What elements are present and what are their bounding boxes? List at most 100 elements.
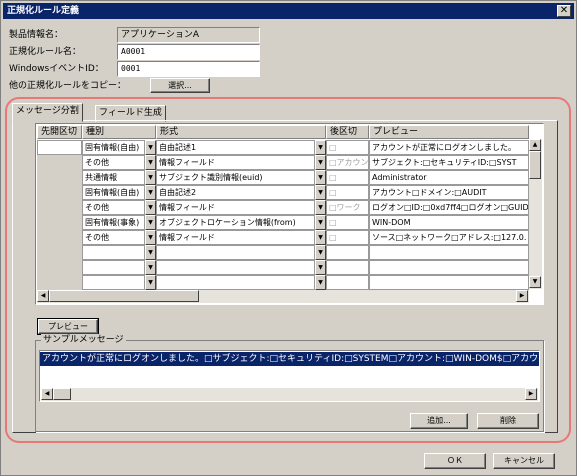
kind-select[interactable] bbox=[82, 260, 145, 275]
scroll-right-icon[interactable]: ▶ bbox=[516, 290, 528, 302]
sample-message-box[interactable]: アカウントが正常にログオンしました。□サブジェクト:□セキュリティID:□SYS… bbox=[39, 350, 540, 402]
preview-cell[interactable]: アカウントが正常にログオンしました。 bbox=[369, 140, 529, 155]
chevron-down-icon[interactable]: ▼ bbox=[145, 215, 156, 230]
ok-button[interactable]: ＯＫ bbox=[424, 453, 486, 469]
kind-select[interactable]: その他 bbox=[82, 200, 145, 215]
preview-cell[interactable]: ログオン□ID:□0xd7ff4□ログオン□GUID: bbox=[369, 200, 529, 215]
chevron-down-icon[interactable]: ▼ bbox=[145, 230, 156, 245]
prefix-cell[interactable] bbox=[37, 200, 82, 215]
suffix-cell[interactable]: □アカウン bbox=[326, 155, 369, 170]
suffix-cell[interactable]: □ bbox=[326, 140, 369, 155]
window-title: 正規化ルール定義 bbox=[7, 6, 80, 16]
prefix-cell[interactable] bbox=[37, 215, 82, 230]
sample-scroll-right-icon[interactable]: ▶ bbox=[525, 388, 537, 400]
sample-message-text: アカウントが正常にログオンしました。□サブジェクト:□セキュリティID:□SYS… bbox=[40, 352, 539, 366]
preview-cell[interactable]: サブジェクト:□セキュリティID:□SYST bbox=[369, 155, 529, 170]
cancel-button[interactable]: キャンセル bbox=[493, 453, 555, 469]
close-icon[interactable]: ✕ bbox=[557, 5, 571, 17]
suffix-cell[interactable] bbox=[326, 275, 369, 290]
preview-cell[interactable] bbox=[369, 275, 529, 290]
col-header-prefix: 先開区切 bbox=[37, 125, 82, 139]
format-select[interactable] bbox=[156, 275, 315, 290]
suffix-cell[interactable]: □ワーク bbox=[326, 200, 369, 215]
preview-cell[interactable] bbox=[369, 260, 529, 275]
grid-horizontal-scrollbar[interactable]: ◀ ▶ bbox=[37, 290, 529, 303]
suffix-cell[interactable]: □ bbox=[326, 185, 369, 200]
scroll-left-icon[interactable]: ◀ bbox=[37, 290, 49, 302]
vscroll-thumb[interactable] bbox=[529, 151, 541, 179]
kind-select[interactable]: 共通情報 bbox=[82, 170, 145, 185]
chevron-down-icon[interactable]: ▼ bbox=[145, 245, 156, 260]
format-select[interactable] bbox=[156, 260, 315, 275]
prefix-cell[interactable] bbox=[37, 275, 82, 290]
prefix-cell[interactable] bbox=[37, 245, 82, 260]
chevron-down-icon[interactable]: ▼ bbox=[315, 200, 326, 215]
format-select[interactable]: 自由記述2 bbox=[156, 185, 315, 200]
kind-select[interactable] bbox=[82, 245, 145, 260]
hscroll-thumb[interactable] bbox=[49, 290, 199, 302]
delete-button[interactable]: 削除 bbox=[477, 413, 539, 429]
scroll-up-icon[interactable]: ▲ bbox=[529, 139, 541, 151]
format-select[interactable]: サブジェクト識別情報(euid) bbox=[156, 170, 315, 185]
chevron-down-icon[interactable]: ▼ bbox=[145, 170, 156, 185]
suffix-cell[interactable]: □ bbox=[326, 215, 369, 230]
scroll-down-icon[interactable]: ▼ bbox=[529, 276, 541, 288]
prefix-cell[interactable] bbox=[37, 140, 82, 155]
chevron-down-icon[interactable]: ▼ bbox=[315, 185, 326, 200]
format-select[interactable]: 情報フィールド bbox=[156, 155, 315, 170]
kind-select[interactable]: その他 bbox=[82, 155, 145, 170]
format-select[interactable]: 情報フィールド bbox=[156, 200, 315, 215]
chevron-down-icon[interactable]: ▼ bbox=[145, 155, 156, 170]
chevron-down-icon[interactable]: ▼ bbox=[315, 230, 326, 245]
preview-button[interactable]: プレビュー bbox=[37, 318, 99, 335]
chevron-down-icon[interactable]: ▼ bbox=[315, 170, 326, 185]
suffix-cell[interactable]: □ bbox=[326, 230, 369, 245]
chevron-down-icon[interactable]: ▼ bbox=[145, 200, 156, 215]
select-button[interactable]: 選択... bbox=[150, 78, 210, 93]
tab-message-split[interactable]: メッセージ分割 bbox=[12, 103, 83, 122]
suffix-cell[interactable] bbox=[326, 260, 369, 275]
preview-cell[interactable]: ソース□ネットワーク□アドレス:□127.0. bbox=[369, 230, 529, 245]
rule-name-label: 正規化ルール名： bbox=[9, 47, 82, 57]
suffix-cell[interactable] bbox=[326, 245, 369, 260]
format-select[interactable]: オブジェクトロケーション情報(from) bbox=[156, 215, 315, 230]
col-header-suffix: 後区切 bbox=[326, 125, 369, 139]
sample-hscroll-thumb[interactable] bbox=[53, 388, 71, 400]
prefix-cell[interactable] bbox=[37, 230, 82, 245]
rule-definition-dialog: 正規化ルール定義 ✕ 製品情報名： アプリケーションA 正規化ルール名： A00… bbox=[0, 0, 577, 476]
chevron-down-icon[interactable]: ▼ bbox=[315, 215, 326, 230]
format-select[interactable] bbox=[156, 245, 315, 260]
rule-name-input[interactable]: A0001 bbox=[117, 44, 260, 60]
kind-select[interactable]: 固有情報(自由) bbox=[82, 185, 145, 200]
kind-select[interactable] bbox=[82, 275, 145, 290]
prefix-cell[interactable] bbox=[37, 170, 82, 185]
preview-cell[interactable]: アカウント□ドメイン:□AUDIT bbox=[369, 185, 529, 200]
kind-select[interactable]: その他 bbox=[82, 230, 145, 245]
chevron-down-icon[interactable]: ▼ bbox=[145, 260, 156, 275]
format-select[interactable]: 情報フィールド bbox=[156, 230, 315, 245]
add-button[interactable]: 追加... bbox=[410, 413, 468, 429]
grid-vertical-scrollbar[interactable]: ▲ ▼ bbox=[529, 139, 542, 289]
prefix-cell[interactable] bbox=[37, 155, 82, 170]
title-bar: 正規化ルール定義 ✕ bbox=[3, 3, 574, 19]
preview-cell[interactable] bbox=[369, 245, 529, 260]
preview-cell[interactable]: WIN-DOM bbox=[369, 215, 529, 230]
kind-select[interactable]: 固有情報(自由) bbox=[82, 140, 145, 155]
kind-select[interactable]: 固有情報(事象) bbox=[82, 215, 145, 230]
preview-cell[interactable]: Administrator bbox=[369, 170, 529, 185]
event-id-input[interactable]: 0001 bbox=[117, 61, 260, 77]
suffix-cell[interactable]: □ bbox=[326, 170, 369, 185]
format-select[interactable]: 自由記述1 bbox=[156, 140, 315, 155]
prefix-cell[interactable] bbox=[37, 260, 82, 275]
sample-scroll-left-icon[interactable]: ◀ bbox=[41, 388, 53, 400]
sample-horizontal-scrollbar[interactable]: ◀ ▶ bbox=[41, 388, 538, 401]
chevron-down-icon[interactable]: ▼ bbox=[145, 140, 156, 155]
chevron-down-icon[interactable]: ▼ bbox=[315, 275, 326, 290]
chevron-down-icon[interactable]: ▼ bbox=[145, 275, 156, 290]
chevron-down-icon[interactable]: ▼ bbox=[315, 245, 326, 260]
chevron-down-icon[interactable]: ▼ bbox=[315, 140, 326, 155]
chevron-down-icon[interactable]: ▼ bbox=[315, 155, 326, 170]
chevron-down-icon[interactable]: ▼ bbox=[145, 185, 156, 200]
prefix-cell[interactable] bbox=[37, 185, 82, 200]
chevron-down-icon[interactable]: ▼ bbox=[315, 260, 326, 275]
